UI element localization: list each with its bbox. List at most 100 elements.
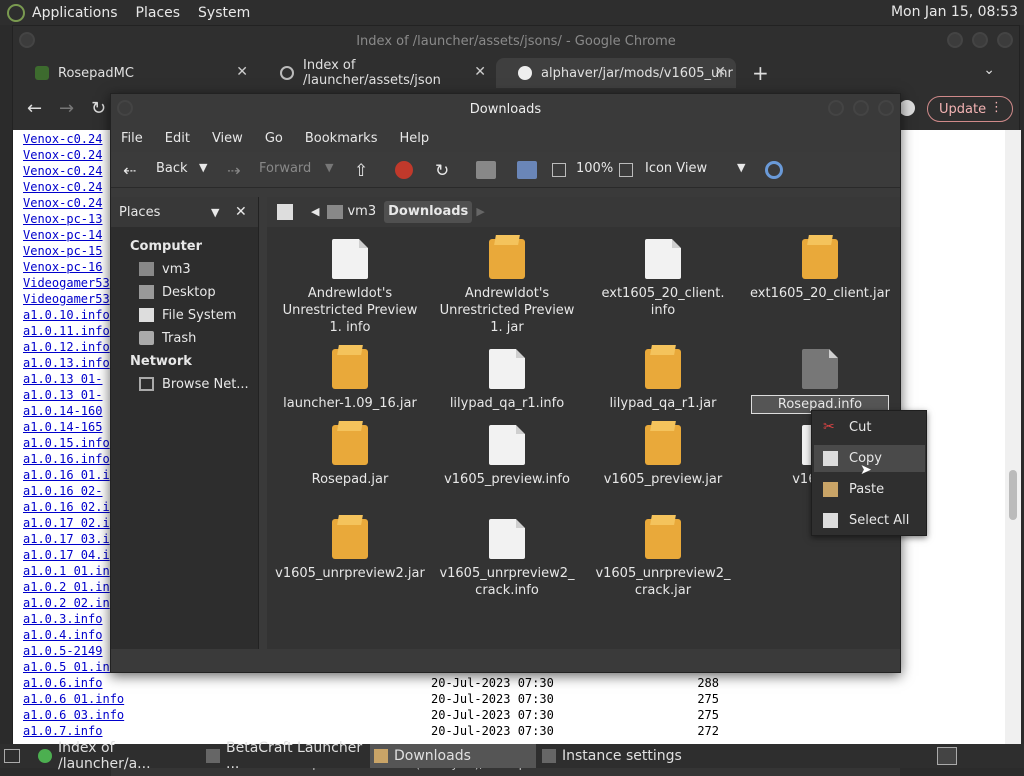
path-right-arrow-icon[interactable]: ▶	[472, 201, 488, 223]
listing-link[interactable]: Venox-c0.24	[23, 164, 102, 178]
menu-edit[interactable]: Edit	[165, 131, 190, 146]
file-item[interactable]: lilypad_qa_r1.info	[432, 349, 582, 412]
stop-icon[interactable]	[395, 161, 413, 179]
tab-close-icon[interactable]: ✕	[714, 64, 726, 80]
file-item[interactable]: ext1605_20_client. info	[588, 239, 738, 319]
menu-bookmarks[interactable]: Bookmarks	[305, 131, 378, 146]
listing-link[interactable]: Venox-pc-13	[23, 212, 102, 226]
minimize-button[interactable]	[947, 32, 963, 48]
listing-link[interactable]: a1.0.11.info	[23, 324, 110, 338]
computer-icon[interactable]	[517, 161, 537, 179]
tab-github[interactable]: alphaver/jar/mods/v1605_unr ✕	[496, 58, 736, 88]
breadcrumb-downloads[interactable]: Downloads	[384, 201, 473, 223]
page-scrollbar[interactable]	[1005, 130, 1021, 745]
listing-link[interactable]: a1.0.16 02.i	[23, 500, 110, 514]
file-item[interactable]: Andrewldot's Unrestricted Preview 1. inf…	[275, 239, 425, 336]
listing-link[interactable]: a1.0.10.info	[23, 308, 110, 322]
listing-link[interactable]: Venox-c0.24	[23, 196, 102, 210]
listing-link[interactable]: Venox-pc-14	[23, 228, 102, 242]
sidebar-item-desktop[interactable]: Desktop	[111, 281, 258, 304]
listing-link[interactable]: a1.0.14-160	[23, 404, 102, 418]
task-betacraft[interactable]: BetaCraft Launcher ...	[202, 740, 370, 772]
view-mode-dropdown-icon[interactable]: ▼	[737, 161, 745, 179]
edit-path-icon[interactable]	[277, 204, 293, 220]
listing-link[interactable]: a1.0.5-2149	[23, 644, 102, 658]
listing-link[interactable]: a1.0.12.info	[23, 340, 110, 354]
tab-close-icon[interactable]: ✕	[236, 64, 248, 80]
file-item[interactable]: v1605_unrpreview2_ crack.info	[432, 519, 582, 599]
file-item[interactable]: ext1605_20_client.jar	[745, 239, 895, 302]
fm-window-menu-button[interactable]	[117, 100, 133, 116]
file-item[interactable]: launcher-1.09_16.jar	[275, 349, 425, 412]
file-item[interactable]: v1605_preview.jar	[588, 425, 738, 488]
zoom-in-icon[interactable]	[619, 163, 633, 177]
listing-link[interactable]: Venox-c0.24	[23, 180, 102, 194]
zoom-out-icon[interactable]	[552, 163, 566, 177]
task-chrome[interactable]: Index of /launcher/a...	[34, 740, 202, 772]
profile-avatar-icon[interactable]	[899, 100, 915, 116]
workspace-switcher[interactable]	[937, 747, 957, 765]
file-item[interactable]: Rosepad.jar	[275, 425, 425, 488]
forward-icon[interactable]: ⇢	[227, 161, 240, 180]
listing-link[interactable]: a1.0.17 04.i	[23, 548, 110, 562]
menu-applications[interactable]: Applications	[32, 5, 118, 21]
menu-view[interactable]: View	[212, 131, 243, 146]
back-arrow-icon[interactable]: ←	[27, 98, 42, 119]
listing-link[interactable]: a1.0.14-165	[23, 420, 102, 434]
file-item[interactable]: Rosepad.info	[745, 349, 895, 414]
task-instance-settings[interactable]: Instance settings	[538, 744, 708, 768]
new-tab-button[interactable]: +	[752, 61, 769, 85]
listing-link[interactable]: a1.0.2 02.in	[23, 596, 110, 610]
listing-link[interactable]: Venox-pc-16	[23, 260, 102, 274]
listing-link[interactable]: a1.0.16.info	[23, 452, 110, 466]
listing-link[interactable]: a1.0.2 01.in	[23, 580, 110, 594]
back-history-icon[interactable]: ▼	[199, 161, 207, 179]
reload-icon[interactable]: ↻	[435, 161, 449, 181]
back-icon[interactable]: ⇠	[123, 161, 136, 180]
close-sidebar-icon[interactable]: ✕	[235, 204, 247, 220]
file-item[interactable]: v1605_preview.info	[432, 425, 582, 488]
listing-link[interactable]: a1.0.6.info	[23, 676, 102, 690]
tab-close-icon[interactable]: ✕	[474, 64, 486, 80]
reload-icon[interactable]: ↻	[91, 98, 106, 119]
fm-minimize-button[interactable]	[828, 100, 844, 116]
file-item[interactable]: lilypad_qa_r1.jar	[588, 349, 738, 412]
file-item[interactable]: Andrewldot's Unrestricted Preview 1. jar	[432, 239, 582, 336]
listing-link[interactable]: Venox-c0.24	[23, 132, 102, 146]
fm-close-button[interactable]	[878, 100, 894, 116]
menu-help[interactable]: Help	[399, 131, 429, 146]
listing-link[interactable]: a1.0.16 01.i	[23, 468, 110, 482]
forward-history-icon[interactable]: ▼	[325, 161, 333, 179]
listing-link[interactable]: a1.0.6 03.info	[23, 708, 124, 722]
listing-link[interactable]: Venox-pc-15	[23, 244, 102, 258]
back-button[interactable]: Back	[156, 161, 188, 179]
listing-link[interactable]: a1.0.7.info	[23, 724, 102, 738]
task-downloads[interactable]: Downloads	[370, 744, 536, 768]
view-mode-select[interactable]: Icon View	[645, 161, 707, 179]
context-paste[interactable]: Paste	[814, 476, 925, 503]
path-left-arrow-icon[interactable]: ◀	[307, 201, 323, 223]
forward-button[interactable]: Forward	[259, 161, 311, 179]
listing-link[interactable]: a1.0.5 01.info	[23, 660, 124, 674]
context-cut[interactable]: ✂ Cut	[814, 414, 925, 441]
sidebar-item-trash[interactable]: Trash	[111, 327, 258, 350]
listing-link[interactable]: a1.0.1 01.in	[23, 564, 110, 578]
maximize-button[interactable]	[972, 32, 988, 48]
listing-link[interactable]: a1.0.17 03.i	[23, 532, 110, 546]
listing-link[interactable]: a1.0.17 02.i	[23, 516, 110, 530]
menu-file[interactable]: File	[121, 131, 143, 146]
context-select-all[interactable]: Select All	[814, 507, 925, 534]
listing-link[interactable]: a1.0.4.info	[23, 628, 102, 642]
window-menu-button[interactable]	[19, 32, 35, 48]
file-item[interactable]: v1605_unrpreview2.jar	[275, 519, 425, 582]
places-selector[interactable]: Places ▼ ✕	[111, 197, 258, 227]
tab-rosepadmc[interactable]: RosepadMC ✕	[13, 58, 258, 88]
listing-link[interactable]: Videogamer53	[23, 292, 110, 306]
search-icon[interactable]	[765, 161, 783, 179]
menu-places[interactable]: Places	[136, 5, 181, 21]
listing-link[interactable]: a1.0.15.info	[23, 436, 110, 450]
breadcrumb-vm3[interactable]: vm3	[343, 201, 380, 223]
sidebar-item-vm3[interactable]: vm3	[111, 258, 258, 281]
tab-search-icon[interactable]: ⌄	[983, 62, 995, 78]
sidebar-item-file-system[interactable]: File System	[111, 304, 258, 327]
